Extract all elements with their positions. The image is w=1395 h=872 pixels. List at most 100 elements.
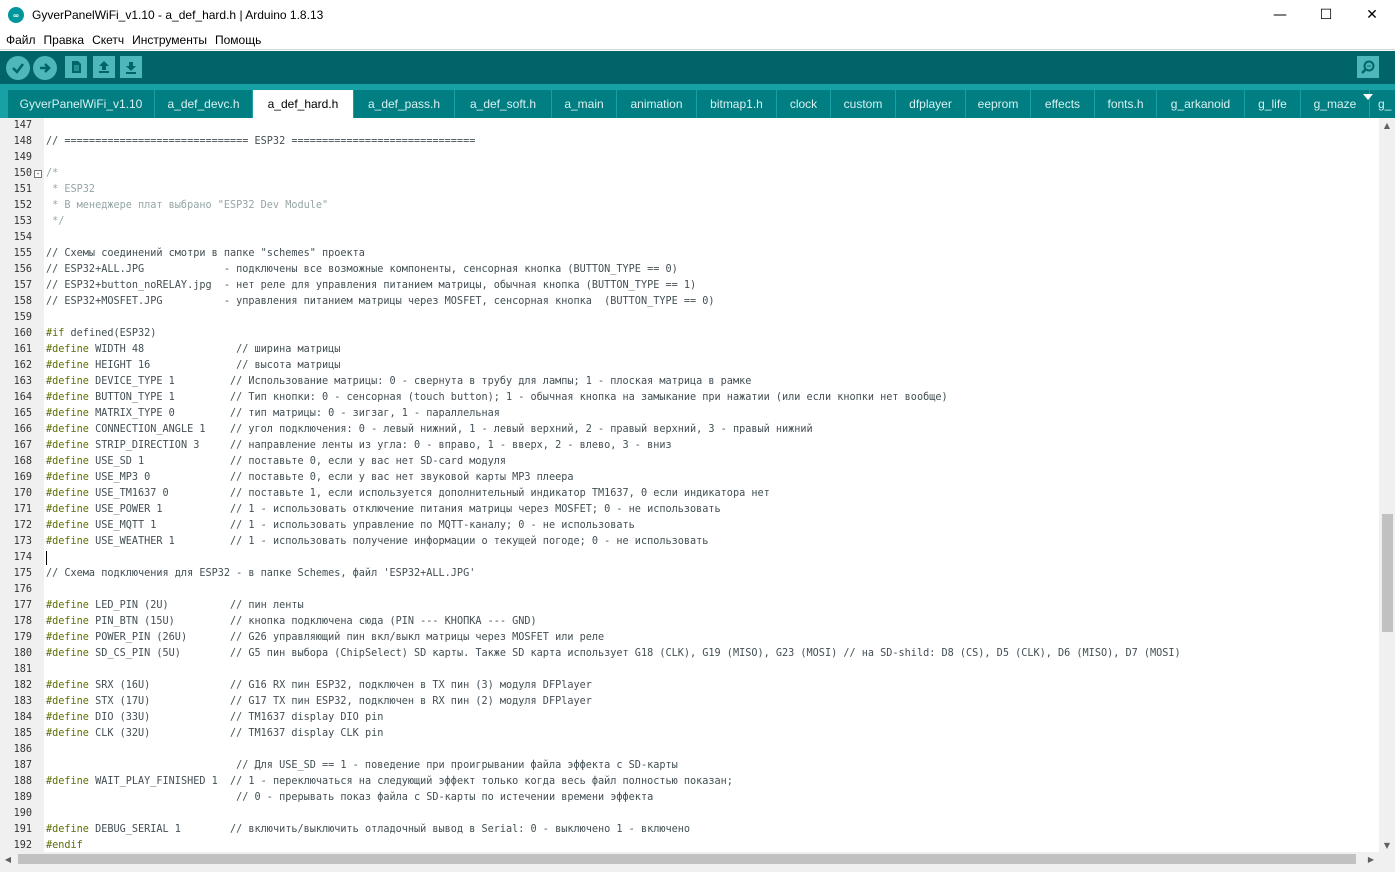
line-number: 180 [13, 648, 32, 659]
code-line[interactable]: 177 #define LED_PIN (2U) // пин ленты [0, 598, 1379, 614]
code-body: STX (17U) // G17 TX пин ESP32, подключен… [88, 696, 592, 707]
save-sketch-button[interactable] [120, 56, 142, 78]
code-line[interactable]: 170 #define USE_TM1637 0 // поставьте 1, … [0, 486, 1379, 502]
fold-collapse-icon[interactable]: - [34, 170, 42, 178]
code-line[interactable]: 156 // ESP32+ALL.JPG - подключены все воз… [0, 262, 1379, 278]
code-line[interactable]: 187 // Для USE_SD == 1 - поведение при п… [0, 758, 1379, 774]
horizontal-scrollbar[interactable]: ◀ ▶ [0, 852, 1379, 866]
code-line[interactable]: 192 #endif [0, 838, 1379, 852]
preprocessor-keyword: #define [46, 408, 89, 419]
toolbar [0, 51, 1395, 84]
vertical-scroll-thumb[interactable] [1382, 514, 1393, 632]
tab-g-maze[interactable]: g_maze [1301, 90, 1369, 118]
code-line[interactable]: 153 */ [0, 214, 1379, 230]
code-line[interactable]: 167 #define STRIP_DIRECTION 3 // направле… [0, 438, 1379, 454]
code-line[interactable]: 150-/* [0, 166, 1379, 182]
code-line[interactable]: 182 #define SRX (16U) // G16 RX пин ESP32… [0, 678, 1379, 694]
tab-g-arkanoid[interactable]: g_arkanoid [1157, 90, 1244, 118]
code-line[interactable]: 148 // ============================== ESP… [0, 134, 1379, 150]
tab-bitmap1[interactable]: bitmap1.h [697, 90, 776, 118]
tab-gyverpanelwifi[interactable]: GyverPanelWiFi_v1.10 [8, 90, 154, 118]
tab-dfplayer[interactable]: dfplayer [896, 90, 965, 118]
code-line[interactable]: 179 #define POWER_PIN (26U) // G26 управл… [0, 630, 1379, 646]
code-line[interactable]: 173 #define USE_WEATHER 1 // 1 - использо… [0, 534, 1379, 550]
code-line[interactable]: 171 #define USE_POWER 1 // 1 - использова… [0, 502, 1379, 518]
tab-menu-chevron-icon[interactable] [1363, 94, 1373, 100]
code-line[interactable]: 160 #if defined(ESP32) [0, 326, 1379, 342]
code-line[interactable]: 183 #define STX (17U) // G17 TX пин ESP32… [0, 694, 1379, 710]
menu-edit[interactable]: Правка [40, 33, 89, 47]
code-line[interactable]: 155 // Схемы соединений смотри в папке "s… [0, 246, 1379, 262]
code-line[interactable]: 157 // ESP32+button_noRELAY.jpg - нет рел… [0, 278, 1379, 294]
tab-label: a_def_hard.h [267, 97, 339, 111]
code-editor[interactable]: 147 148 // ============================== … [0, 118, 1379, 852]
menu-help[interactable]: Помощь [211, 33, 265, 47]
tab-label: g_arkanoid [1170, 97, 1231, 111]
code-line[interactable]: 189 // 0 - прерывать показ файла с SD-ка… [0, 790, 1379, 806]
code-line[interactable]: 158 // ESP32+MOSFET.JPG - управления пита… [0, 294, 1379, 310]
code-line[interactable]: 185 #define CLK (32U) // TM1637 display C… [0, 726, 1379, 742]
minimize-button[interactable]: — [1257, 0, 1303, 30]
horizontal-scroll-thumb[interactable] [18, 854, 1356, 864]
code-line[interactable]: 174 [0, 550, 1379, 566]
code-line[interactable]: 152 * В менеджере плат выбрано "ESP32 De… [0, 198, 1379, 214]
tab-animation[interactable]: animation [617, 90, 696, 118]
code-line[interactable]: 180 #define SD_CS_PIN (5U) // G5 пин выбо… [0, 646, 1379, 662]
tab-g-overflow[interactable]: g_ [1370, 90, 1395, 118]
code-line[interactable]: 162 #define HEIGHT 16 // высота матрицы [0, 358, 1379, 374]
tab-g-life[interactable]: g_life [1245, 90, 1300, 118]
code-line[interactable]: 186 [0, 742, 1379, 758]
scroll-up-arrow-icon[interactable]: ▲ [1379, 118, 1395, 132]
preprocessor-keyword: #define [46, 440, 89, 451]
tab-a-main[interactable]: a_main [552, 90, 616, 118]
verify-button[interactable] [6, 56, 30, 80]
tab-eeprom[interactable]: eeprom [966, 90, 1030, 118]
code-line[interactable]: 184 #define DIO (33U) // TM1637 display D… [0, 710, 1379, 726]
menu-tools[interactable]: Инструменты [128, 33, 211, 47]
menu-sketch[interactable]: Скетч [88, 33, 128, 47]
code-line[interactable]: 165 #define MATRIX_TYPE 0 // тип матрицы:… [0, 406, 1379, 422]
tab-label: clock [789, 97, 818, 111]
scroll-right-arrow-icon[interactable]: ▶ [1363, 852, 1379, 866]
code-line[interactable]: 181 [0, 662, 1379, 678]
new-sketch-button[interactable] [65, 56, 87, 78]
tab-a-def-soft[interactable]: a_def_soft.h [455, 90, 551, 118]
menu-file[interactable]: Файл [2, 33, 40, 47]
preprocessor-keyword: #define [46, 472, 89, 483]
serial-monitor-button[interactable] [1357, 56, 1379, 78]
code-line[interactable]: 175 // Схема подключения для ESP32 - в па… [0, 566, 1379, 582]
preprocessor-keyword: #define [46, 424, 89, 435]
code-line[interactable]: 191 #define DEBUG_SERIAL 1 // включить/вы… [0, 822, 1379, 838]
code-line[interactable]: 168 #define USE_SD 1 // поставьте 0, если… [0, 454, 1379, 470]
code-line[interactable]: 151 * ESP32 [0, 182, 1379, 198]
tab-a-def-devc[interactable]: a_def_devc.h [155, 90, 252, 118]
code-line[interactable]: 161 #define WIDTH 48 // ширина матрицы [0, 342, 1379, 358]
code-line[interactable]: 149 [0, 150, 1379, 166]
code-line[interactable]: 190 [0, 806, 1379, 822]
tab-a-def-pass[interactable]: a_def_pass.h [354, 90, 454, 118]
scroll-down-arrow-icon[interactable]: ▼ [1379, 838, 1395, 852]
tab-custom[interactable]: custom [831, 90, 895, 118]
tab-clock[interactable]: clock [777, 90, 830, 118]
code-line[interactable]: 172 #define USE_MQTT 1 // 1 - использоват… [0, 518, 1379, 534]
maximize-button[interactable]: ☐ [1303, 0, 1349, 30]
code-line[interactable]: 166 #define CONNECTION_ANGLE 1 // угол по… [0, 422, 1379, 438]
code-line[interactable]: 163 #define DEVICE_TYPE 1 // Использовани… [0, 374, 1379, 390]
code-line[interactable]: 147 [0, 118, 1379, 134]
close-button[interactable]: ✕ [1349, 0, 1395, 30]
code-line[interactable]: 178 #define PIN_BTN (15U) // кнопка подкл… [0, 614, 1379, 630]
vertical-scrollbar[interactable]: ▲ ▼ [1379, 118, 1395, 852]
upload-button[interactable] [33, 56, 57, 80]
code-line[interactable]: 188 #define WAIT_PLAY_FINISHED 1 // 1 - п… [0, 774, 1379, 790]
code-line[interactable]: 154 [0, 230, 1379, 246]
code-line[interactable]: 169 #define USE_MP3 0 // поставьте 0, есл… [0, 470, 1379, 486]
line-number: 187 [13, 760, 32, 771]
tab-effects[interactable]: effects [1031, 90, 1094, 118]
scroll-left-arrow-icon[interactable]: ◀ [0, 852, 16, 866]
code-line[interactable]: 159 [0, 310, 1379, 326]
tab-fonts[interactable]: fonts.h [1095, 90, 1156, 118]
code-line[interactable]: 176 [0, 582, 1379, 598]
open-sketch-button[interactable] [93, 56, 115, 78]
code-line[interactable]: 164 #define BUTTON_TYPE 1 // Тип кнопки: … [0, 390, 1379, 406]
tab-a-def-hard[interactable]: a_def_hard.h [253, 90, 353, 118]
